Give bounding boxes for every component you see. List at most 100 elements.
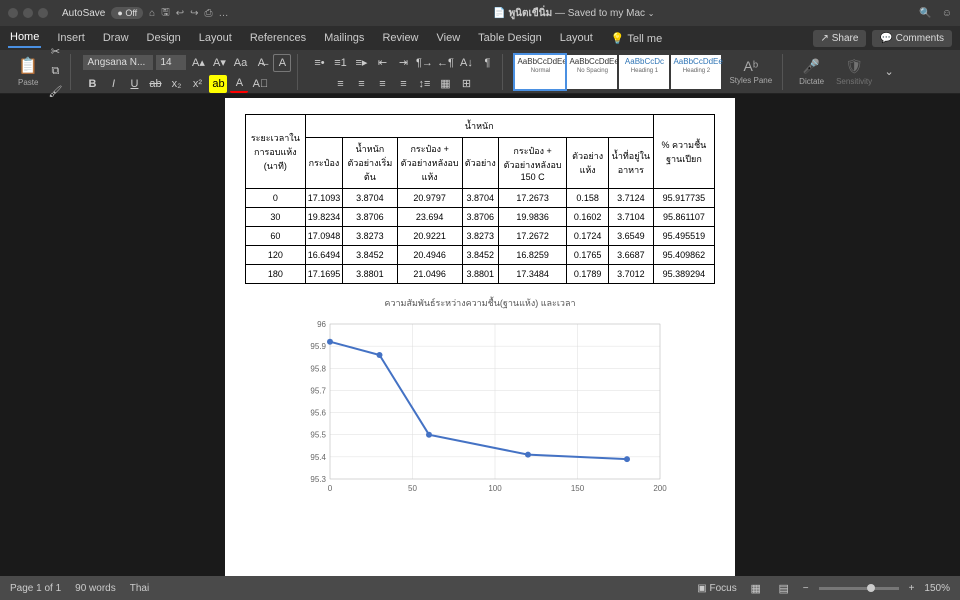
undo-icon[interactable]: ↩ bbox=[176, 8, 184, 19]
dec-indent-icon[interactable]: ⇤ bbox=[373, 54, 391, 72]
font-selector[interactable] bbox=[83, 55, 153, 70]
font-color-icon[interactable]: A bbox=[230, 75, 248, 93]
ltr-icon[interactable]: ¶→ bbox=[415, 54, 433, 72]
tab-home[interactable]: Home bbox=[8, 28, 41, 48]
show-marks-icon[interactable]: ¶ bbox=[478, 54, 496, 72]
status-words[interactable]: 90 words bbox=[75, 583, 116, 594]
chart-title: ความสัมพันธ์ระหว่างความชื้น(ฐานแห้ง) และ… bbox=[245, 296, 715, 310]
emoji-icon[interactable]: ☺ bbox=[942, 8, 952, 19]
table-row: 6017.09483.827320.92213.827317.26720.172… bbox=[246, 227, 715, 246]
svg-text:95.4: 95.4 bbox=[310, 453, 326, 462]
copy-icon[interactable]: ⧉ bbox=[46, 63, 64, 81]
shading-icon[interactable]: ▦ bbox=[436, 75, 454, 93]
style-nospacing[interactable]: AaBbCcDdEeNo Spacing bbox=[567, 55, 617, 89]
inc-indent-icon[interactable]: ⇥ bbox=[394, 54, 412, 72]
bullets-icon[interactable]: ≡• bbox=[310, 54, 328, 72]
table-lastcol: % ความชื้น ฐานเปียก bbox=[653, 115, 714, 189]
more-icon[interactable]: … bbox=[219, 8, 229, 19]
superscript-icon[interactable]: x² bbox=[188, 75, 206, 93]
style-normal[interactable]: AaBbCcDdEeNormal bbox=[515, 55, 565, 89]
tab-mailings[interactable]: Mailings bbox=[322, 29, 366, 47]
zoom-in-icon[interactable]: + bbox=[909, 583, 915, 594]
style-heading1[interactable]: AaBbCcDcHeading 1 bbox=[619, 55, 669, 89]
change-case-icon[interactable]: Aa bbox=[231, 54, 249, 72]
view-web-icon[interactable]: ▤ bbox=[775, 579, 793, 597]
format-char-icon[interactable]: A bbox=[273, 54, 291, 72]
shrink-font-icon[interactable]: A▾ bbox=[210, 54, 228, 72]
window-controls[interactable] bbox=[8, 8, 48, 18]
view-print-icon[interactable]: ▦ bbox=[747, 579, 765, 597]
align-left-icon[interactable]: ≡ bbox=[331, 75, 349, 93]
zoom-slider[interactable] bbox=[819, 587, 899, 590]
italic-icon[interactable]: I bbox=[104, 75, 122, 93]
redo-icon[interactable]: ↪ bbox=[190, 8, 198, 19]
svg-text:95.8: 95.8 bbox=[310, 364, 326, 373]
tab-tellme[interactable]: 💡 Tell me bbox=[609, 29, 664, 48]
grow-font-icon[interactable]: A▴ bbox=[189, 54, 207, 72]
status-lang[interactable]: Thai bbox=[130, 583, 149, 594]
strike-icon[interactable]: ab bbox=[146, 75, 164, 93]
document-title: 📄 พูนิตเขืนิ่ม — Saved to my Mac ⌄ bbox=[237, 6, 912, 21]
svg-text:50: 50 bbox=[408, 484, 417, 493]
chart: ความสัมพันธ์ระหว่างความชื้น(ฐานแห้ง) และ… bbox=[245, 296, 715, 504]
share-button[interactable]: ↗ Share bbox=[813, 30, 867, 47]
sort-icon[interactable]: A↓ bbox=[457, 54, 475, 72]
print-icon[interactable]: ⎙ bbox=[205, 8, 213, 19]
zoom-out-icon[interactable]: − bbox=[803, 583, 809, 594]
paste-button[interactable]: 📋Paste bbox=[14, 56, 42, 87]
svg-text:95.9: 95.9 bbox=[310, 342, 326, 351]
page: ระยะเวลาในการอบแห้ง (นาที) น้ำหนัก % ควา… bbox=[225, 98, 735, 576]
dictate-button[interactable]: 🎤Dictate bbox=[795, 58, 828, 86]
svg-text:95.7: 95.7 bbox=[310, 386, 326, 395]
svg-text:95.5: 95.5 bbox=[310, 431, 326, 440]
tab-view[interactable]: View bbox=[435, 29, 463, 47]
tab-references[interactable]: References bbox=[248, 29, 308, 47]
subscript-icon[interactable]: x₂ bbox=[167, 75, 185, 93]
table-col: น้ำที่อยู่ในอาหาร bbox=[608, 138, 653, 189]
tab-draw[interactable]: Draw bbox=[101, 29, 131, 47]
style-heading2[interactable]: AaBbCcDdEeHeading 2 bbox=[671, 55, 721, 89]
sensitivity-button[interactable]: 🛡Sensitivity bbox=[832, 58, 876, 86]
table-rowheader: ระยะเวลาในการอบแห้ง (นาที) bbox=[246, 115, 306, 189]
svg-text:95.6: 95.6 bbox=[310, 409, 326, 418]
autosave-toggle[interactable]: ● Off bbox=[111, 7, 143, 19]
tab-layout[interactable]: Layout bbox=[197, 29, 234, 47]
tab-review[interactable]: Review bbox=[380, 29, 420, 47]
document-canvas[interactable]: ระยะเวลาในการอบแห้ง (นาที) น้ำหนัก % ควา… bbox=[0, 94, 960, 576]
format-painter-icon[interactable]: 🖌 bbox=[46, 83, 64, 101]
multilevel-icon[interactable]: ≡▸ bbox=[352, 54, 370, 72]
numbering-icon[interactable]: ≡1 bbox=[331, 54, 349, 72]
save-icon[interactable]: 🖫 bbox=[161, 5, 170, 22]
focus-button[interactable]: ▣ Focus bbox=[697, 583, 736, 594]
rtl-icon[interactable]: ←¶ bbox=[436, 54, 454, 72]
align-center-icon[interactable]: ≡ bbox=[352, 75, 370, 93]
font-size-selector[interactable] bbox=[156, 55, 186, 70]
justify-icon[interactable]: ≡ bbox=[394, 75, 412, 93]
zoom-level[interactable]: 150% bbox=[924, 583, 950, 594]
search-icon[interactable]: 🔍 bbox=[919, 8, 931, 19]
clear-format-icon[interactable]: A̶ bbox=[252, 54, 270, 72]
underline-icon[interactable]: U bbox=[125, 75, 143, 93]
collapse-ribbon-icon[interactable]: ⌄ bbox=[880, 63, 898, 81]
bold-icon[interactable]: B bbox=[83, 75, 101, 93]
align-right-icon[interactable]: ≡ bbox=[373, 75, 391, 93]
styles-pane-button[interactable]: AᵇStyles Pane bbox=[725, 58, 776, 85]
table-col: น้ำหนักตัวอย่างเริ่มต้น bbox=[343, 138, 397, 189]
char-style-icon[interactable]: A⃝ bbox=[251, 75, 269, 93]
table-row: 3019.82343.870623.6943.870619.98360.1602… bbox=[246, 208, 715, 227]
tab-table-design[interactable]: Table Design bbox=[476, 29, 544, 47]
borders-icon[interactable]: ⊞ bbox=[457, 75, 475, 93]
table-col: กระป๋อง + ตัวอย่างหลังอบ 150 C bbox=[498, 138, 567, 189]
tab-design[interactable]: Design bbox=[145, 29, 183, 47]
line-spacing-icon[interactable]: ↕≡ bbox=[415, 75, 433, 93]
chart-svg: 95.395.495.595.695.795.895.9960501001502… bbox=[290, 314, 670, 504]
table-topheader: น้ำหนัก bbox=[305, 115, 653, 138]
comments-button[interactable]: 💬 Comments bbox=[872, 30, 952, 47]
table-row: 017.10933.870420.97973.870417.26730.1583… bbox=[246, 189, 715, 208]
cut-icon[interactable]: ✂ bbox=[46, 43, 64, 61]
status-page[interactable]: Page 1 of 1 bbox=[10, 583, 61, 594]
home-icon[interactable]: ⌂ bbox=[149, 8, 155, 19]
autosave-label: AutoSave bbox=[62, 8, 105, 19]
tab-layout2[interactable]: Layout bbox=[558, 29, 595, 47]
highlight-icon[interactable]: ab bbox=[209, 75, 227, 93]
